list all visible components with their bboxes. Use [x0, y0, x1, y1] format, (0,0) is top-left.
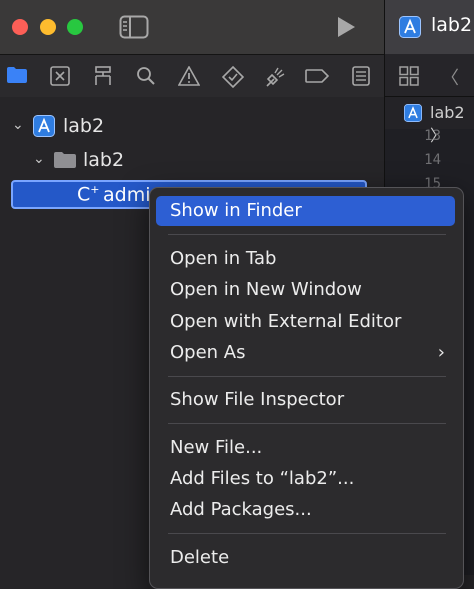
- menu-item-open-as[interactable]: Open As ›: [156, 338, 455, 368]
- line-number: 14: [424, 152, 441, 168]
- run-icon[interactable]: [335, 16, 357, 38]
- back-icon[interactable]: 〈: [441, 64, 459, 90]
- jump-bar: lab2 〉: [385, 97, 474, 145]
- report-icon[interactable]: [352, 66, 370, 86]
- chevron-down-icon[interactable]: ⌄: [12, 117, 24, 133]
- symbol-icon[interactable]: [92, 66, 114, 86]
- cpp-file-icon: C+: [77, 183, 100, 206]
- menu-item-show-file-inspector[interactable]: Show File Inspector: [156, 385, 455, 415]
- menu-item-new-file[interactable]: New File...: [156, 433, 455, 463]
- editor-toolbar: 〈: [385, 54, 474, 97]
- menu-item-add-packages[interactable]: Add Packages...: [156, 495, 455, 525]
- project-name: lab2: [63, 115, 105, 137]
- menu-item-open-in-new-window[interactable]: Open in New Window: [156, 275, 455, 305]
- xcode-project-icon: [399, 16, 421, 38]
- maximize-window-button[interactable]: [67, 19, 83, 35]
- file-name: admi: [103, 184, 151, 206]
- minimize-window-button[interactable]: [40, 19, 56, 35]
- editor-tab-bar: lab2: [384, 0, 474, 54]
- menu-item-show-in-finder[interactable]: Show in Finder: [156, 196, 455, 226]
- issue-icon[interactable]: [178, 66, 200, 86]
- menu-separator: [168, 423, 446, 424]
- menu-item-label: Open As: [170, 342, 246, 363]
- editor-tab-label: lab2: [431, 14, 473, 36]
- folder-icon: [54, 152, 76, 168]
- test-icon[interactable]: [222, 66, 244, 88]
- find-icon[interactable]: [136, 66, 156, 86]
- close-window-button[interactable]: [12, 19, 28, 35]
- xcode-project-icon: [404, 104, 422, 122]
- menu-separator: [168, 234, 446, 235]
- editor-tab[interactable]: lab2: [385, 0, 474, 54]
- source-control-icon[interactable]: [50, 66, 70, 86]
- context-menu: Show in Finder Open in Tab Open in New W…: [149, 187, 464, 589]
- window-titlebar: [0, 0, 384, 54]
- menu-item-delete[interactable]: Delete: [156, 543, 455, 573]
- navigator-toolbar: [0, 54, 384, 98]
- related-items-icon[interactable]: [399, 66, 419, 86]
- menu-item-open-with-external-editor[interactable]: Open with External Editor: [156, 307, 455, 337]
- menu-separator: [168, 533, 446, 534]
- menu-separator: [168, 376, 446, 377]
- breakpoint-icon[interactable]: [305, 69, 329, 83]
- menu-item-open-in-tab[interactable]: Open in Tab: [156, 244, 455, 274]
- xcode-project-icon: [33, 115, 55, 137]
- debug-icon[interactable]: [264, 66, 286, 88]
- sidebar-icon[interactable]: [119, 15, 149, 39]
- folder-icon[interactable]: [6, 66, 28, 84]
- menu-item-add-files[interactable]: Add Files to “lab2”...: [156, 464, 455, 494]
- chevron-right-icon: ›: [437, 342, 445, 363]
- chevron-down-icon[interactable]: ⌄: [33, 151, 45, 167]
- line-number: 13: [424, 128, 441, 144]
- group-name: lab2: [83, 149, 125, 171]
